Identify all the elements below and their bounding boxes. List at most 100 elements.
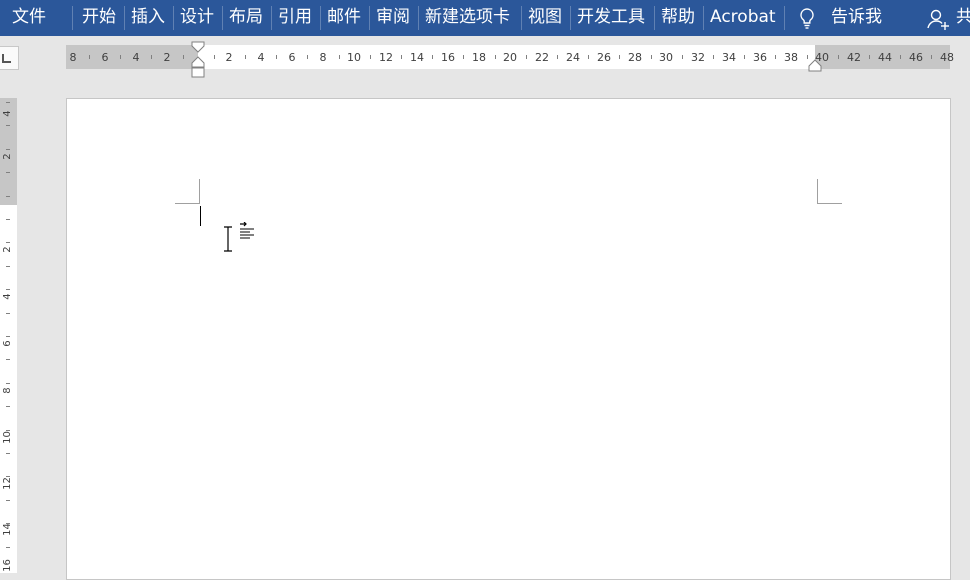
- ruler-number: 30: [659, 51, 673, 64]
- tab-separator: [654, 6, 655, 30]
- ruler-tick: [650, 55, 652, 59]
- ruler-number: 38: [784, 51, 798, 64]
- ruler-number: 2: [225, 51, 233, 64]
- ruler-number: 42: [847, 51, 861, 64]
- crop-mark-top-left: [175, 179, 200, 204]
- tab-developer[interactable]: 开发工具: [577, 0, 645, 36]
- vertical-ruler[interactable]: 4 2 2 4 6 8 10 12 14 16: [0, 98, 17, 573]
- ruler-number: 10: [2, 431, 13, 444]
- ruler-tick: [6, 523, 10, 525]
- ruler-number: 34: [722, 51, 736, 64]
- tab-review[interactable]: 审阅: [376, 0, 410, 36]
- tab-separator: [271, 6, 272, 30]
- ruler-number: 8: [2, 387, 13, 394]
- ruler-tick: [931, 55, 933, 59]
- document-page[interactable]: [66, 98, 951, 580]
- ruler-tick: [245, 55, 246, 59]
- ruler-number: 10: [347, 51, 361, 64]
- ruler-number: 12: [2, 477, 13, 490]
- left-indent-marker[interactable]: [191, 67, 205, 78]
- ruler-tick: [494, 55, 496, 59]
- ruler-number: 20: [503, 51, 517, 64]
- tab-home[interactable]: 开始: [82, 0, 116, 36]
- ruler-number: 8: [319, 51, 327, 64]
- tell-me-label: 告诉我: [831, 7, 882, 27]
- tab-separator: [222, 6, 223, 30]
- ruler-tick: [6, 406, 10, 408]
- ruler-number: 6: [2, 340, 13, 347]
- person-add-icon: [927, 9, 949, 30]
- ruler-tick: [681, 55, 683, 59]
- ruler-number: 36: [753, 51, 767, 64]
- tab-insert[interactable]: 插入: [131, 0, 165, 36]
- ruler-tick: [6, 125, 10, 127]
- tab-file[interactable]: 文件: [12, 0, 46, 36]
- ruler-number: 6: [101, 51, 109, 64]
- ruler-tick: [713, 55, 714, 59]
- ruler-tick: [6, 148, 10, 150]
- ruler-tick: [588, 55, 590, 59]
- ruler-tick: [338, 55, 340, 59]
- ruler-number: 18: [472, 51, 486, 64]
- ruler-tick: [6, 359, 10, 361]
- ruler-tick: [6, 453, 10, 454]
- ruler-number: 16: [441, 51, 455, 64]
- ruler-tick: [369, 55, 371, 59]
- ribbon-tab-bar: 文件 开始 插入 设计 布局 引用 邮件 审阅 新建选项卡 视图 开发工具 帮助…: [0, 0, 970, 36]
- ruler-tick: [6, 265, 10, 267]
- ruler-tick: [401, 55, 402, 59]
- ruler-number: 8: [69, 51, 77, 64]
- ruler-number: 2: [2, 246, 13, 253]
- tab-separator: [703, 6, 704, 30]
- indent-markers[interactable]: [191, 41, 207, 79]
- ruler-number: 14: [410, 51, 424, 64]
- ruler-number: 4: [2, 110, 13, 117]
- ruler-tick: [525, 55, 527, 59]
- first-line-indent-marker[interactable]: [191, 41, 205, 53]
- ruler-number: 12: [379, 51, 393, 64]
- tab-stop-selector[interactable]: [0, 46, 19, 70]
- ruler-tick: [432, 55, 434, 59]
- tab-separator: [521, 6, 522, 30]
- ruler-number: 2: [163, 51, 171, 64]
- ruler-tick: [151, 55, 153, 59]
- tab-design[interactable]: 设计: [180, 0, 214, 36]
- tab-mailings[interactable]: 邮件: [327, 0, 361, 36]
- tab-separator: [72, 6, 73, 30]
- ruler-tick: [276, 55, 278, 59]
- ruler-number: 2: [2, 153, 13, 160]
- ruler-tick: [463, 55, 465, 59]
- tab-help[interactable]: 帮助: [661, 0, 695, 36]
- tab-new-tab[interactable]: 新建选项卡: [425, 0, 510, 36]
- ruler-tick: [6, 289, 10, 291]
- tab-layout[interactable]: 布局: [229, 0, 263, 36]
- tab-view[interactable]: 视图: [528, 0, 562, 36]
- ruler-number: 4: [2, 293, 13, 300]
- ruler-tick: [6, 312, 10, 314]
- tab-separator: [784, 6, 785, 30]
- ruler-tick: [6, 195, 10, 197]
- right-indent-marker[interactable]: [808, 59, 824, 73]
- ruler-tick: [6, 499, 10, 501]
- tab-references[interactable]: 引用: [278, 0, 312, 36]
- ruler-tick: [869, 55, 870, 59]
- ruler-tick: [6, 172, 10, 174]
- ruler-tick: [6, 242, 10, 244]
- lightbulb-icon: [800, 8, 814, 29]
- ruler-tick: [775, 55, 777, 59]
- ruler-tick: [900, 55, 902, 59]
- ruler-number: 26: [597, 51, 611, 64]
- ruler-number: 4: [257, 51, 265, 64]
- ruler-number: 46: [909, 51, 923, 64]
- ruler-number: 6: [288, 51, 296, 64]
- tab-separator: [124, 6, 125, 30]
- ruler-tick: [6, 476, 10, 478]
- tab-acrobat[interactable]: Acrobat: [710, 0, 776, 36]
- ruler-number: 16: [2, 559, 13, 572]
- ruler-number: 48: [940, 51, 954, 64]
- ruler-number: 4: [132, 51, 140, 64]
- ruler-tick: [307, 55, 309, 59]
- tab-separator: [570, 6, 571, 30]
- hanging-indent-marker[interactable]: [191, 56, 205, 68]
- ruler-tick: [6, 429, 10, 431]
